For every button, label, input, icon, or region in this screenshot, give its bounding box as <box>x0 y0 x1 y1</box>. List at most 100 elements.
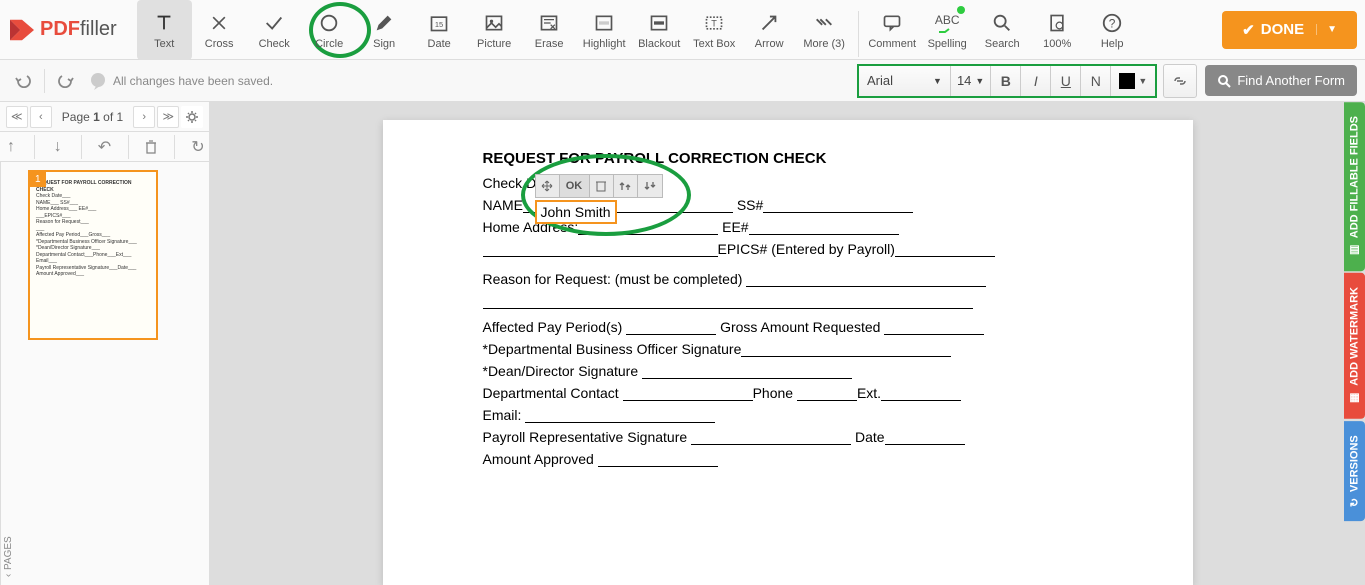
chevron-left-icon: ‹ <box>3 574 14 577</box>
undo-button[interactable] <box>8 66 40 96</box>
date-tool-label: Date <box>428 38 451 50</box>
field-label: EPICS# (Entered by Payroll) <box>718 241 895 257</box>
doc-line: Payroll Representative Signature Date <box>483 429 1093 445</box>
redo-icon <box>56 74 74 88</box>
add-fillable-fields-button[interactable]: ▤ ADD FILLABLE FIELDS <box>1344 102 1365 271</box>
page-thumbnail[interactable]: 1 REQUEST FOR PAYROLL CORRECTION CHECK C… <box>28 170 158 340</box>
thumbnail-area: ‹ PAGES 1 REQUEST FOR PAYROLL CORRECTION… <box>0 162 209 585</box>
normal-button[interactable]: N <box>1081 66 1111 96</box>
doc-line: *Departmental Business Officer Signature <box>483 341 1093 357</box>
bold-button[interactable]: B <box>991 66 1021 96</box>
redo-button[interactable] <box>49 66 81 96</box>
field-label: *Dean/Director Signature <box>483 363 639 379</box>
field-label: NAME <box>483 197 523 213</box>
doc-line: Affected Pay Period(s) Gross Amount Requ… <box>483 319 1093 335</box>
field-label: Amount Approved <box>483 451 594 467</box>
text-tool[interactable]: Text <box>137 0 192 60</box>
zoom-tool[interactable]: 100% <box>1030 0 1085 60</box>
arrow-tool[interactable]: Arrow <box>742 0 797 60</box>
move-handle[interactable] <box>536 175 560 197</box>
form-icon: ▤ <box>1348 244 1361 257</box>
link-button[interactable] <box>1163 64 1197 98</box>
erase-tool[interactable]: Erase <box>522 0 577 60</box>
font-controls: Arial ▼ 14 ▼ B I U N ▼ <box>857 64 1157 98</box>
doc-line <box>483 293 1093 309</box>
help-tool[interactable]: ? Help <box>1085 0 1140 60</box>
page-indicator: Page 1 of 1 <box>54 110 131 124</box>
color-button[interactable]: ▼ <box>1111 66 1155 96</box>
doc-title: REQUEST FOR PAYROLL CORRECTION CHECK <box>483 150 1093 167</box>
check-tool[interactable]: Check <box>247 0 302 60</box>
cross-tool[interactable]: Cross <box>192 0 247 60</box>
page-total: 1 <box>117 110 124 124</box>
picture-tool[interactable]: Picture <box>467 0 522 60</box>
arrows-down-icon <box>643 180 657 192</box>
logo-text: PDFfiller <box>40 18 117 41</box>
circle-tool-label: Circle <box>315 38 343 50</box>
document-page[interactable]: REQUEST FOR PAYROLL CORRECTION CHECK Che… <box>383 120 1193 585</box>
last-page-button[interactable]: ≫ <box>157 106 179 128</box>
rotate-left-button[interactable]: ↶ <box>93 132 115 162</box>
textbox-tool-label: Text Box <box>693 38 735 50</box>
separator <box>174 135 175 159</box>
blackout-icon <box>648 10 670 36</box>
textbox-icon: T <box>703 10 725 36</box>
canvas-area[interactable]: REQUEST FOR PAYROLL CORRECTION CHECK Che… <box>210 102 1365 585</box>
doc-line: Amount Approved <box>483 451 1093 467</box>
rotate-right-button[interactable]: ↻ <box>187 132 209 162</box>
first-page-button[interactable]: ≪ <box>6 106 28 128</box>
logo[interactable]: PDFfiller <box>8 18 117 42</box>
picture-tool-label: Picture <box>477 38 511 50</box>
next-page-button[interactable]: › <box>133 106 155 128</box>
move-up-button[interactable]: ↑ <box>0 132 22 162</box>
underline-button[interactable]: U <box>1051 66 1081 96</box>
text-icon <box>153 10 175 36</box>
delete-page-button[interactable] <box>140 132 162 162</box>
circle-tool[interactable]: Circle <box>302 0 357 60</box>
italic-button[interactable]: I <box>1021 66 1051 96</box>
undo-icon <box>15 74 33 88</box>
sign-tool-label: Sign <box>373 38 395 50</box>
field-label: Check D <box>483 175 537 191</box>
comment-tool[interactable]: Comment <box>865 0 920 60</box>
font-size-select[interactable]: 14 ▼ <box>951 66 991 96</box>
chevron-down-icon: ▼ <box>933 76 942 86</box>
versions-button[interactable]: ↻ VERSIONS <box>1344 421 1365 521</box>
right-rail: ▤ ADD FILLABLE FIELDS ▦ ADD WATERMARK ↻ … <box>1344 102 1365 523</box>
erase-icon <box>538 10 560 36</box>
date-tool[interactable]: 15 Date <box>412 0 467 60</box>
picture-icon <box>483 10 505 36</box>
doc-line: *Dean/Director Signature <box>483 363 1093 379</box>
move-down-button[interactable]: ↓ <box>47 132 69 162</box>
field-label: Email: <box>483 407 522 423</box>
font-family-select[interactable]: Arial ▼ <box>859 66 951 96</box>
prev-page-button[interactable]: ‹ <box>30 106 52 128</box>
trash-icon <box>145 140 157 154</box>
pages-tab[interactable]: ‹ PAGES <box>0 162 16 585</box>
increase-up-button[interactable] <box>614 175 638 197</box>
delete-button[interactable] <box>590 175 614 197</box>
separator <box>34 135 35 159</box>
ok-button[interactable]: OK <box>560 175 590 197</box>
add-watermark-button[interactable]: ▦ ADD WATERMARK <box>1344 273 1365 419</box>
decrease-down-button[interactable] <box>638 175 662 197</box>
pages-label-text: PAGES <box>3 536 14 570</box>
search-icon <box>991 10 1013 36</box>
done-button[interactable]: ✔ DONE ▼ <box>1222 11 1357 49</box>
sign-tool[interactable]: Sign <box>357 0 412 60</box>
text-input[interactable]: John Smith <box>535 200 617 224</box>
search-tool[interactable]: Search <box>975 0 1030 60</box>
circle-icon <box>318 10 340 36</box>
blackout-tool[interactable]: Blackout <box>632 0 687 60</box>
spelling-tool[interactable]: ABC Spelling <box>920 0 975 60</box>
settings-button[interactable] <box>181 106 203 128</box>
highlight-tool[interactable]: Highlight <box>577 0 632 60</box>
comment-icon <box>881 10 903 36</box>
more-icon <box>813 10 835 36</box>
doc-line: Departmental Contact Phone Ext. <box>483 385 1093 401</box>
textbox-tool[interactable]: T Text Box <box>687 0 742 60</box>
find-form-button[interactable]: Find Another Form <box>1205 65 1357 96</box>
check-icon <box>263 10 285 36</box>
more-tool[interactable]: More (3) <box>797 0 852 60</box>
separator <box>128 135 129 159</box>
